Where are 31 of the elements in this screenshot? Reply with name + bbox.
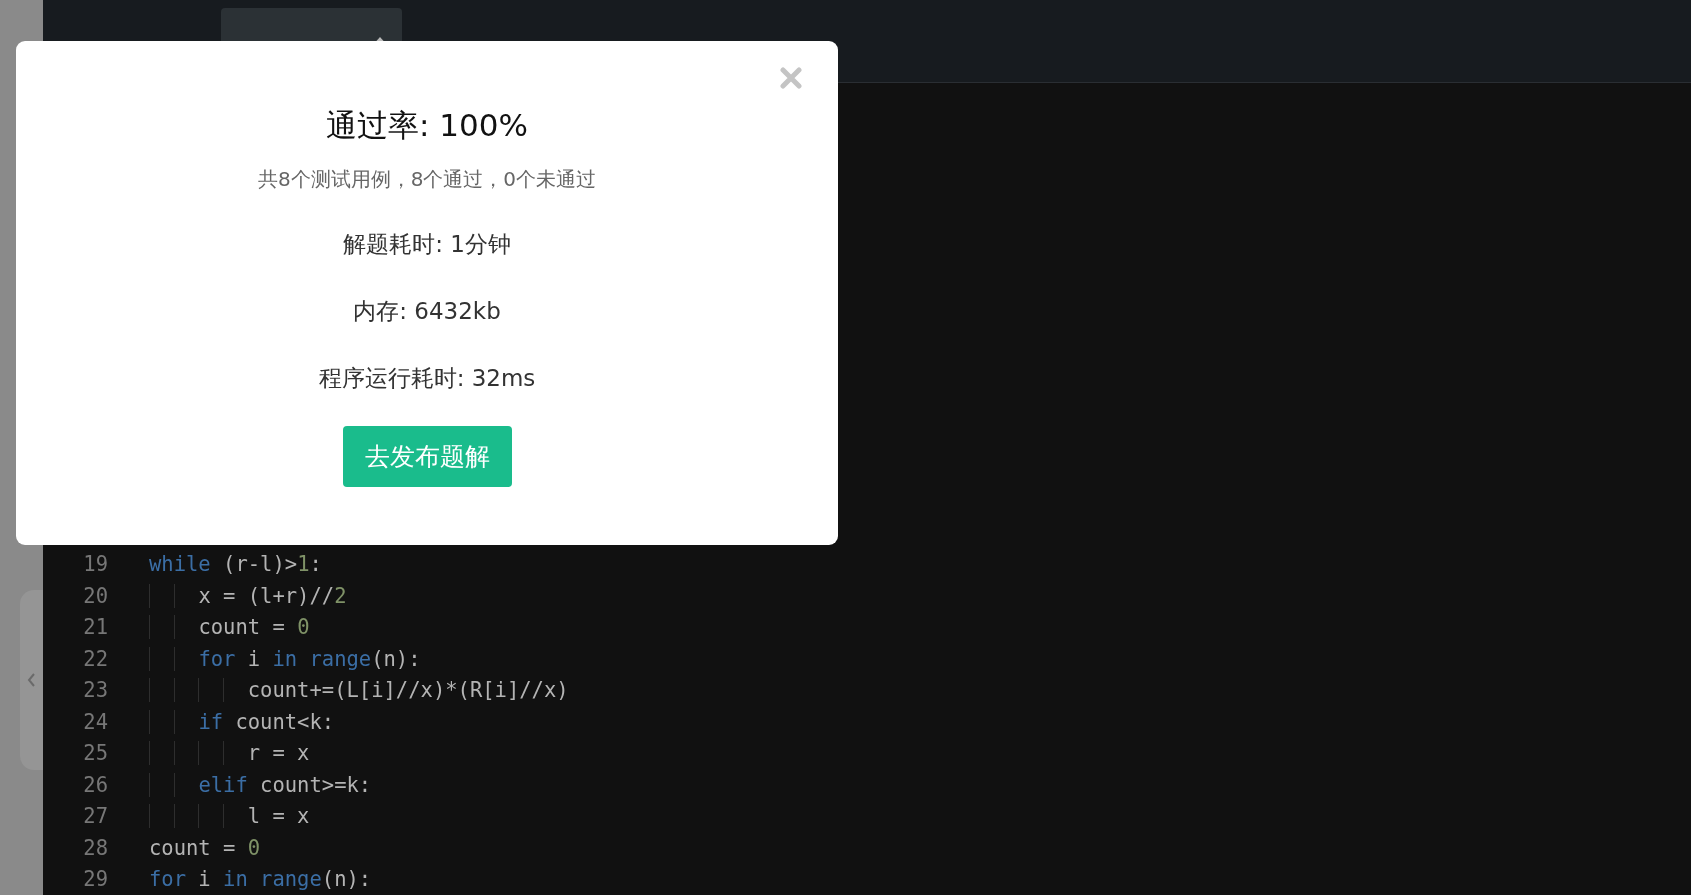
line-number: 20	[82, 583, 109, 608]
code-line: for i in range(n):	[149, 646, 421, 671]
line-number: 26	[82, 772, 109, 797]
code-line: count = 0	[149, 835, 261, 860]
publish-solution-button[interactable]: 去发布题解	[342, 426, 512, 487]
stat-text: 解题耗时: 1分钟	[343, 230, 511, 259]
collapse-handle[interactable]	[20, 590, 43, 770]
code-line: while (r-l)>1:	[149, 552, 322, 577]
close-icon	[780, 67, 802, 89]
line-number: 29	[82, 867, 109, 892]
code-line: for i in range(n):	[149, 867, 372, 892]
line-number: 21	[82, 615, 109, 640]
line-number: 25	[82, 741, 109, 766]
stat-text: 内存: 6432kb	[353, 297, 501, 326]
line-number: 22	[82, 646, 109, 671]
stat-text: 程序运行耗时: 32ms	[318, 364, 536, 393]
pass-rate-title: 通过率: 100%	[326, 106, 528, 145]
line-number: 28	[82, 835, 109, 860]
test-summary: 共8个测试用例，8个通过，0个未通过	[257, 166, 597, 193]
code-line: elif count>=k:	[149, 772, 372, 797]
code-line: l = x	[149, 804, 310, 829]
code-line: r = x	[149, 741, 310, 766]
code-line: count = 0	[149, 615, 310, 640]
line-number: 27	[82, 804, 109, 829]
line-number: 23	[82, 678, 109, 703]
code-line: if count<k:	[149, 709, 335, 734]
line-number: 24	[82, 709, 109, 734]
chevron-left-icon	[27, 672, 36, 688]
line-number: 19	[82, 552, 109, 577]
code-line: count+=(L[i]//x)*(R[i]//x)	[149, 678, 569, 703]
code-line: x = (l+r)//2	[149, 583, 347, 608]
